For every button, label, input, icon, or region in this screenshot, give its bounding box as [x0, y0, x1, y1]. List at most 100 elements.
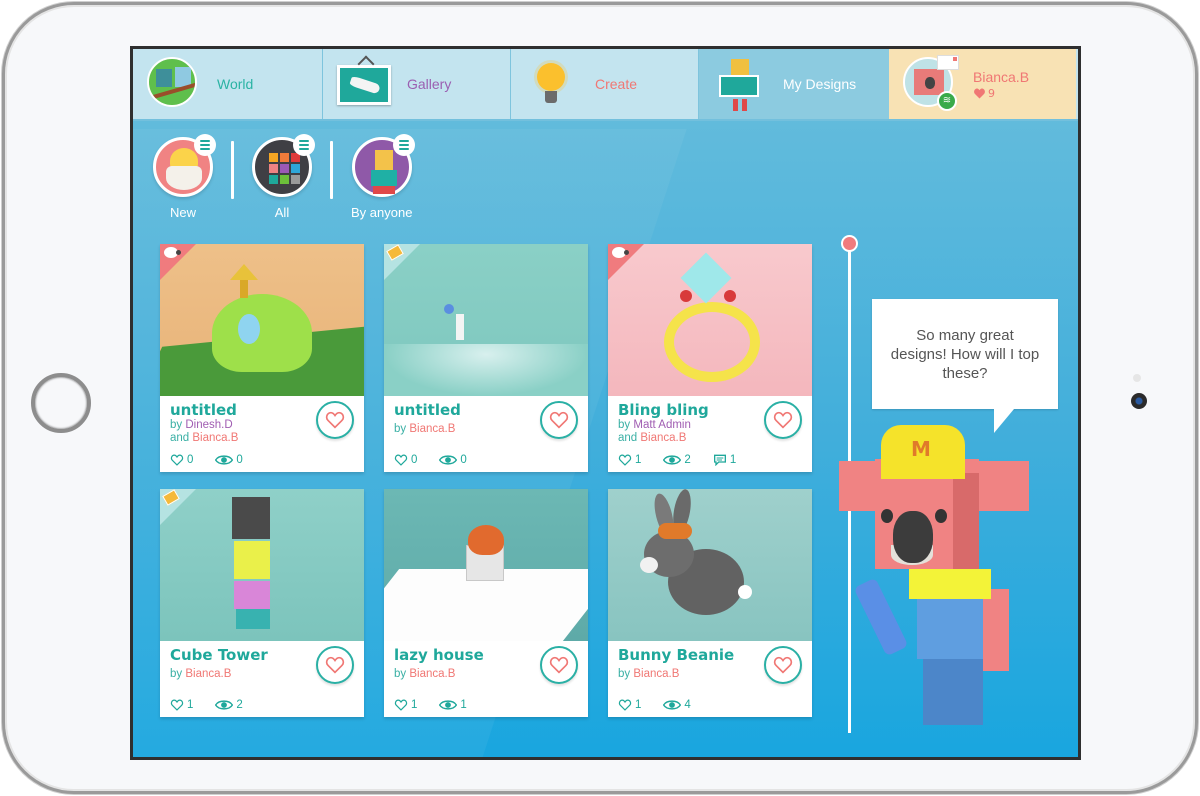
- views-stat: 4: [663, 699, 691, 711]
- blueprint-scroll-icon: [853, 577, 909, 657]
- heart-icon: [773, 656, 793, 674]
- comment-icon: [713, 454, 726, 466]
- top-nav: World Gallery Create My Designs ≋ Bianca…: [133, 49, 1078, 121]
- koala-mascot-icon: M: [833, 419, 1033, 729]
- scroll-handle[interactable]: [841, 235, 858, 252]
- design-card[interactable]: untitled by Dinesh.D and Bianca.B 0 0: [160, 244, 364, 472]
- likes-stat: 1: [170, 699, 193, 711]
- likes-stat: 0: [170, 454, 193, 466]
- front-camera: [1131, 393, 1147, 409]
- tab-create[interactable]: Create: [511, 49, 699, 119]
- likes-stat: 1: [618, 454, 641, 466]
- coauthor-link[interactable]: Bianca.B: [192, 432, 238, 444]
- home-button[interactable]: [31, 373, 91, 433]
- design-thumbnail[interactable]: [608, 244, 812, 396]
- like-button[interactable]: [540, 646, 578, 684]
- likes-stat: 1: [394, 699, 417, 711]
- sheep-badge-icon: [608, 244, 644, 280]
- people-icon: [351, 134, 415, 197]
- likes-stat: 1: [618, 699, 641, 711]
- world-icon: [147, 57, 201, 111]
- design-thumbnail[interactable]: [160, 489, 364, 641]
- eye-icon: [439, 700, 458, 710]
- design-thumbnail[interactable]: [384, 244, 588, 396]
- like-button[interactable]: [764, 401, 802, 439]
- design-stats: 1 2 1: [618, 454, 736, 466]
- design-thumbnail[interactable]: [160, 244, 364, 396]
- gallery-icon: [337, 55, 391, 111]
- profile-likes: 9: [973, 87, 1029, 100]
- profile-tab[interactable]: ≋ Bianca.B 9: [889, 49, 1076, 119]
- map-badge-icon: [384, 244, 420, 280]
- tab-gallery[interactable]: Gallery: [323, 49, 511, 119]
- views-stat: 2: [663, 454, 691, 466]
- screen: World Gallery Create My Designs ≋ Bianca…: [130, 46, 1081, 760]
- views-stat: 0: [439, 454, 467, 466]
- lightbulb-icon: [525, 57, 579, 111]
- author-link[interactable]: Bianca.B: [185, 668, 231, 680]
- filter-new-label: New: [169, 205, 196, 220]
- menu-icon[interactable]: [392, 134, 415, 156]
- views-stat: 2: [215, 699, 243, 711]
- my-designs-icon: [713, 57, 767, 111]
- menu-icon[interactable]: [194, 134, 216, 156]
- design-card[interactable]: lazy house by Bianca.B 1 1: [384, 489, 588, 717]
- tab-world[interactable]: World: [133, 49, 323, 119]
- grid-icon: [252, 134, 315, 197]
- design-grid: untitled by Dinesh.D and Bianca.B 0 0 un…: [160, 244, 812, 717]
- heart-icon: [325, 411, 345, 429]
- eye-icon: [215, 700, 234, 710]
- like-button[interactable]: [540, 401, 578, 439]
- heart-outline-icon: [618, 454, 632, 466]
- menu-icon[interactable]: [293, 134, 315, 156]
- tab-my-designs[interactable]: My Designs: [699, 49, 889, 119]
- coauthor-link[interactable]: Bianca.B: [640, 432, 686, 444]
- design-stats: 1 1: [394, 699, 467, 711]
- filter-divider: [330, 141, 333, 199]
- app: World Gallery Create My Designs ≋ Bianca…: [133, 49, 1078, 757]
- like-button[interactable]: [316, 401, 354, 439]
- design-card[interactable]: Cube Tower by Bianca.B 1 2: [160, 489, 364, 717]
- profile-likes-count: 9: [988, 86, 995, 100]
- design-card[interactable]: Bunny Beanie by Bianca.B 1 4: [608, 489, 812, 717]
- like-button[interactable]: [316, 646, 354, 684]
- heart-outline-icon: [170, 454, 184, 466]
- light-sensor: [1133, 374, 1141, 382]
- design-thumbnail[interactable]: [608, 489, 812, 641]
- filter-by-anyone[interactable]: By anyone: [351, 134, 415, 220]
- design-stats: 0 0: [170, 454, 243, 466]
- filter-bar: New All By anyone: [153, 134, 415, 220]
- likes-stat: 0: [394, 454, 417, 466]
- like-button[interactable]: [764, 646, 802, 684]
- tab-my-designs-label: My Designs: [783, 76, 857, 92]
- design-card[interactable]: untitled by Bianca.B 0 0: [384, 244, 588, 472]
- filter-by-anyone-label: By anyone: [351, 205, 413, 220]
- filter-new[interactable]: New: [153, 134, 216, 220]
- profile-username: Bianca.B: [973, 68, 1030, 85]
- map-badge-icon: [160, 489, 196, 525]
- heart-icon: [773, 411, 793, 429]
- design-stats: 1 4: [618, 699, 691, 711]
- filter-all-label: All: [274, 205, 290, 220]
- views-stat: 0: [215, 454, 243, 466]
- speech-bubble: So many great designs! How will I top th…: [872, 299, 1058, 433]
- author-link[interactable]: Matt Admin: [633, 419, 691, 431]
- filter-all[interactable]: All: [252, 134, 315, 220]
- wifi-icon: ≋: [937, 91, 957, 111]
- heart-outline-icon: [394, 699, 408, 711]
- design-thumbnail[interactable]: [384, 489, 588, 641]
- author-link[interactable]: Bianca.B: [633, 668, 679, 680]
- design-card[interactable]: Bling bling by Matt Admin and Bianca.B 1: [608, 244, 812, 472]
- author-link[interactable]: Bianca.B: [409, 423, 455, 435]
- author-link[interactable]: Bianca.B: [409, 668, 455, 680]
- views-stat: 1: [439, 699, 467, 711]
- tab-create-label: Create: [595, 76, 638, 92]
- mail-icon: [937, 55, 959, 70]
- author-link[interactable]: Dinesh.D: [185, 419, 232, 431]
- eye-icon: [439, 455, 458, 465]
- heart-icon: [325, 656, 345, 674]
- tab-gallery-label: Gallery: [407, 76, 452, 92]
- design-stats: 1 2: [170, 699, 243, 711]
- design-stats: 0 0: [394, 454, 467, 466]
- filter-divider: [231, 141, 234, 199]
